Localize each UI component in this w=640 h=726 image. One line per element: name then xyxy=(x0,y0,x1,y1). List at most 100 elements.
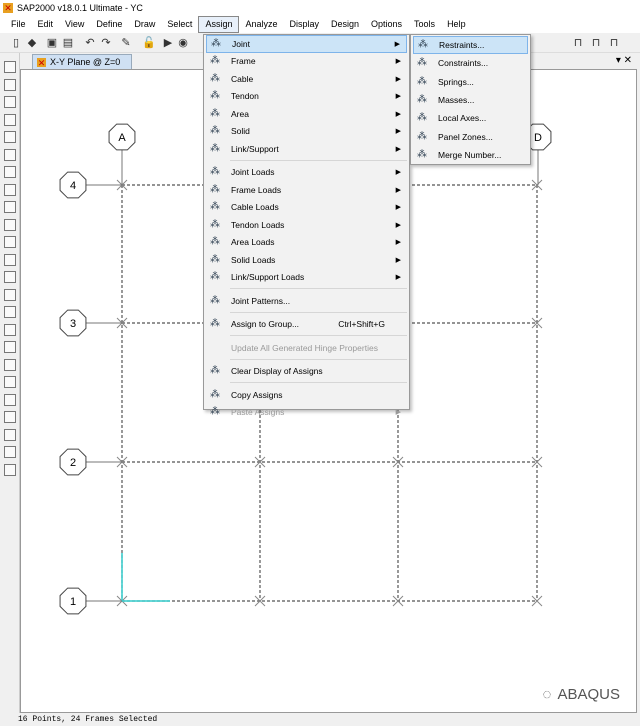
menu-item-panel-zones[interactable]: ⁂ Panel Zones... xyxy=(413,127,528,145)
menu-options[interactable]: Options xyxy=(365,16,408,33)
menu-item-springs[interactable]: ⁂ Springs... xyxy=(413,73,528,91)
tool-button-icon[interactable] xyxy=(4,166,16,178)
frame-3d-icon[interactable]: ⊓ xyxy=(590,37,602,49)
menu-item-link-support-loads[interactable]: ⁂ Link/Support Loads ▶ xyxy=(206,269,407,287)
menu-item-solid[interactable]: ⁂ Solid ▶ xyxy=(206,123,407,141)
menu-item-joint-patterns[interactable]: ⁂ Joint Patterns... xyxy=(206,292,407,310)
tool-button-icon[interactable] xyxy=(4,78,16,91)
tool-button-icon[interactable] xyxy=(4,306,16,318)
assign-menu: ⁂ Joint ▶ ⁂ Frame ▶ ⁂ Cable ▶ ⁂ Tendon ▶ ⁂ Area ▶ ⁂ Soli… xyxy=(203,34,410,417)
menu-item-label: Assign to Group... xyxy=(231,319,300,330)
tool-button-icon[interactable] xyxy=(4,428,16,441)
menu-item-clear-display-of-assigns[interactable]: ⁂ Clear Display of Assigns xyxy=(206,363,407,381)
tool-button-icon[interactable] xyxy=(4,288,16,301)
grid-bubble-row-label: 4 xyxy=(70,180,76,192)
close-window-icon[interactable]: ▾ ✕ xyxy=(616,55,632,66)
undo-icon[interactable]: ↶ xyxy=(84,37,96,49)
menu-item-label: Panel Zones... xyxy=(438,131,493,142)
menu-item-merge-number[interactable]: ⁂ Merge Number... xyxy=(413,146,528,164)
menu-item-copy-assigns[interactable]: ⁂ Copy Assigns xyxy=(206,386,407,404)
tool-button-icon[interactable] xyxy=(4,113,16,126)
menu-item-link-support[interactable]: ⁂ Link/Support ▶ xyxy=(206,140,407,158)
masses-icon: ⁂ xyxy=(417,94,427,106)
menu-item-assign-to-group[interactable]: ⁂ Assign to Group... Ctrl+Shift+G xyxy=(206,316,407,334)
menu-help[interactable]: Help xyxy=(441,16,472,33)
menu-draw[interactable]: Draw xyxy=(128,16,161,33)
menu-design[interactable]: Design xyxy=(325,16,365,33)
menu-item-local-axes[interactable]: ⁂ Local Axes... xyxy=(413,109,528,127)
open-file-icon[interactable]: ◆ xyxy=(26,37,38,49)
tool-button-icon[interactable] xyxy=(4,148,16,161)
frame-section-icon[interactable]: ⊓ xyxy=(608,37,620,49)
menu-item-masses[interactable]: ⁂ Masses... xyxy=(413,91,528,109)
menu-tools[interactable]: Tools xyxy=(408,16,441,33)
menu-item-label: Tendon Loads xyxy=(231,219,285,230)
tab-xy-plane[interactable]: ✕ X-Y Plane @ Z=0 xyxy=(32,54,132,69)
blank-icon xyxy=(209,342,221,354)
run-analysis-icon[interactable]: ◉ xyxy=(177,37,189,49)
menu-edit[interactable]: Edit xyxy=(32,16,60,33)
menu-item-label: Solid xyxy=(231,126,250,137)
menu-item-paste-assigns[interactable]: ⁂ Paste Assigns ▶ xyxy=(206,404,407,422)
menu-item-restraints[interactable]: ⁂ Restraints... xyxy=(413,36,528,55)
tool-button-icon[interactable] xyxy=(4,218,16,231)
watermark: ◌ ABAQUS xyxy=(542,686,620,703)
grid-bubble-row-label: 1 xyxy=(70,596,76,608)
tool-button-icon[interactable] xyxy=(4,253,16,266)
new-file-icon[interactable]: ▯ xyxy=(10,37,22,49)
tool-button-icon[interactable] xyxy=(4,61,16,73)
menu-item-cable[interactable]: ⁂ Cable ▶ xyxy=(206,70,407,88)
menu-item-area[interactable]: ⁂ Area ▶ xyxy=(206,105,407,123)
menu-item-update-all-generated-hinge-properties[interactable]: Update All Generated Hinge Properties xyxy=(206,339,407,357)
menu-display[interactable]: Display xyxy=(283,16,325,33)
tool-button-icon[interactable] xyxy=(4,323,16,336)
menu-item-label: Cable Loads xyxy=(231,202,279,213)
tool-button-icon[interactable] xyxy=(4,96,16,108)
menu-item-label: Frame Loads xyxy=(231,184,282,195)
menu-define[interactable]: Define xyxy=(90,16,128,33)
redo-icon[interactable]: ↷ xyxy=(100,37,112,49)
menu-item-joint[interactable]: ⁂ Joint ▶ xyxy=(206,35,407,53)
tool-button-icon[interactable] xyxy=(4,358,16,371)
print-icon[interactable]: ▤ xyxy=(62,37,74,49)
tool-button-icon[interactable] xyxy=(4,201,16,213)
tool-button-icon[interactable] xyxy=(4,446,16,458)
menu-item-area-loads[interactable]: ⁂ Area Loads ▶ xyxy=(206,234,407,252)
menu-item-tendon-loads[interactable]: ⁂ Tendon Loads ▶ xyxy=(206,216,407,234)
submenu-arrow-icon: ▶ xyxy=(395,239,401,247)
joint-patterns-icon: ⁂ xyxy=(210,294,220,306)
springs-icon: ⁂ xyxy=(417,75,427,87)
tendon-icon: ⁂ xyxy=(210,90,220,102)
menu-item-solid-loads[interactable]: ⁂ Solid Loads ▶ xyxy=(206,251,407,269)
menu-analyze[interactable]: Analyze xyxy=(239,16,283,33)
frame-view-icon[interactable]: ⊓ xyxy=(572,37,584,49)
tool-button-icon[interactable] xyxy=(4,376,16,388)
menu-item-constraints[interactable]: ⁂ Constraints... xyxy=(413,54,528,72)
left-toolbar xyxy=(0,53,20,713)
tendon-loads-icon: ⁂ xyxy=(210,218,220,230)
lock-icon[interactable]: 🔓 xyxy=(142,37,156,49)
menu-item-frame[interactable]: ⁂ Frame ▶ xyxy=(206,53,407,71)
tool-button-icon[interactable] xyxy=(4,236,16,248)
tool-button-icon[interactable] xyxy=(4,411,16,423)
save-icon[interactable]: ▣ xyxy=(46,37,58,49)
menu-view[interactable]: View xyxy=(59,16,90,33)
menu-file[interactable]: File xyxy=(5,16,32,33)
tool-button-icon[interactable] xyxy=(4,131,16,143)
tool-button-icon[interactable] xyxy=(4,183,16,196)
tool-button-icon[interactable] xyxy=(4,341,16,353)
run-icon[interactable]: ▶ xyxy=(162,37,174,49)
menu-item-joint-loads[interactable]: ⁂ Joint Loads ▶ xyxy=(206,164,407,182)
cable-icon: ⁂ xyxy=(210,72,220,84)
pencil-icon[interactable]: ✎ xyxy=(120,37,132,49)
menu-item-tendon[interactable]: ⁂ Tendon ▶ xyxy=(206,88,407,106)
menu-select[interactable]: Select xyxy=(161,16,198,33)
tool-button-icon[interactable] xyxy=(4,271,16,283)
menu-item-label: Local Axes... xyxy=(438,113,487,124)
menu-item-frame-loads[interactable]: ⁂ Frame Loads ▶ xyxy=(206,181,407,199)
menu-item-label: Link/Support xyxy=(231,143,279,154)
menu-item-cable-loads[interactable]: ⁂ Cable Loads ▶ xyxy=(206,199,407,217)
menu-assign[interactable]: Assign xyxy=(198,16,240,33)
tool-button-icon[interactable] xyxy=(4,463,16,476)
tool-button-icon[interactable] xyxy=(4,393,16,406)
